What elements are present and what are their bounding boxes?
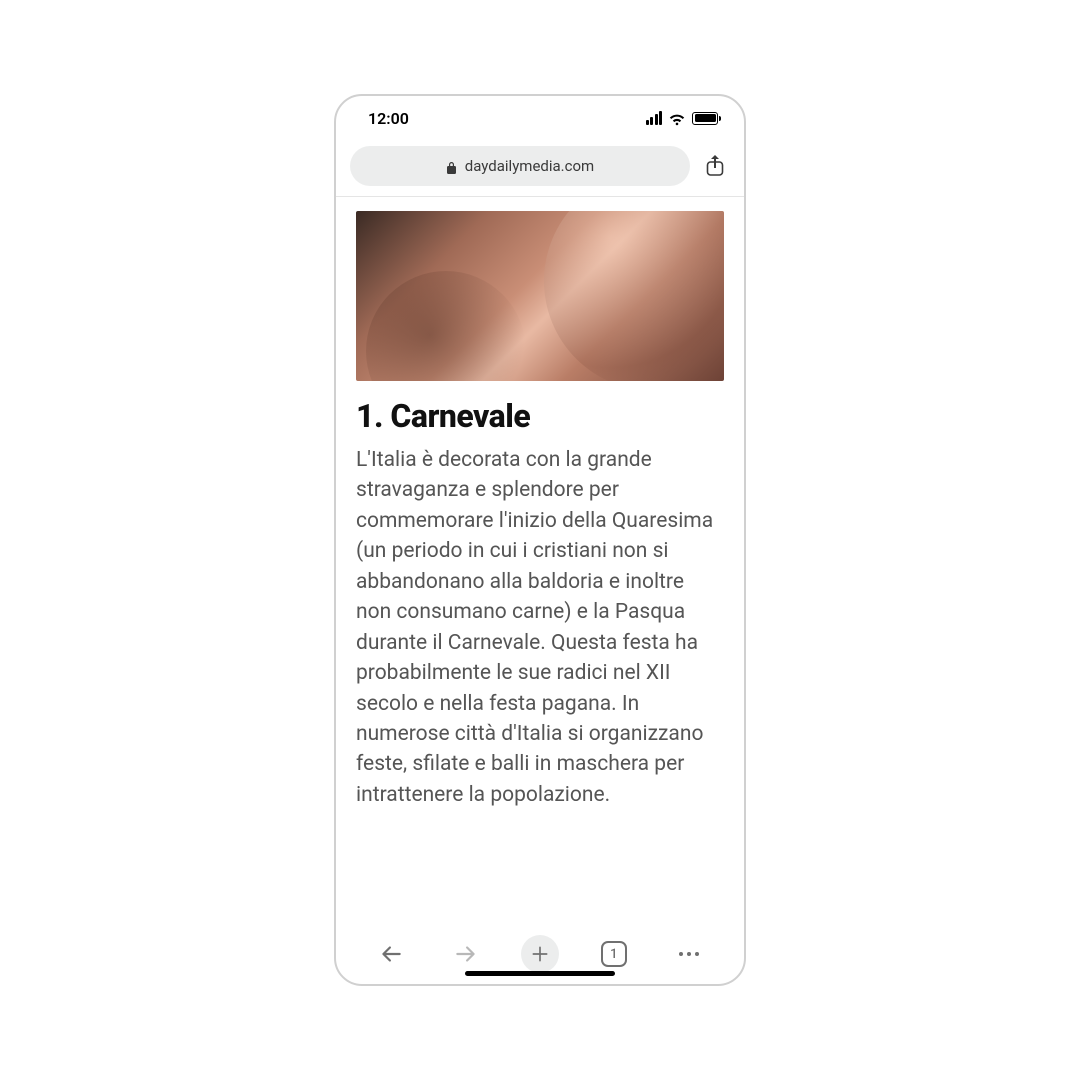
tabs-count-badge: 1 — [601, 941, 627, 967]
tabs-button[interactable]: 1 — [594, 934, 634, 974]
new-tab-button[interactable] — [521, 935, 559, 973]
arrow-right-icon — [453, 941, 479, 967]
article-body: L'Italia è decorata con la grande strava… — [356, 445, 724, 810]
plus-icon — [530, 944, 550, 964]
more-icon — [679, 952, 699, 956]
back-button[interactable] — [371, 934, 411, 974]
menu-button[interactable] — [669, 934, 709, 974]
article-image — [356, 211, 724, 381]
article-title: 1. Carnevale — [356, 397, 724, 435]
page-content[interactable]: 1. Carnevale L'Italia è decorata con la … — [336, 197, 744, 924]
battery-icon — [692, 112, 718, 125]
tabs-count: 1 — [610, 947, 617, 962]
wifi-icon — [668, 111, 686, 125]
home-indicator[interactable] — [465, 971, 615, 976]
arrow-left-icon — [378, 941, 404, 967]
forward-button[interactable] — [446, 934, 486, 974]
phone-frame: 12:00 daydailymedia.com 1. Carnevale L'I… — [334, 94, 746, 986]
lock-icon — [446, 160, 457, 173]
browser-toolbar: daydailymedia.com — [336, 140, 744, 196]
url-text: daydailymedia.com — [465, 157, 594, 175]
status-time: 12:00 — [368, 109, 409, 128]
share-button[interactable] — [700, 151, 730, 181]
status-indicators — [646, 111, 719, 125]
status-bar: 12:00 — [336, 96, 744, 140]
share-icon — [705, 154, 725, 178]
cellular-icon — [646, 111, 663, 125]
url-bar[interactable]: daydailymedia.com — [350, 146, 690, 186]
